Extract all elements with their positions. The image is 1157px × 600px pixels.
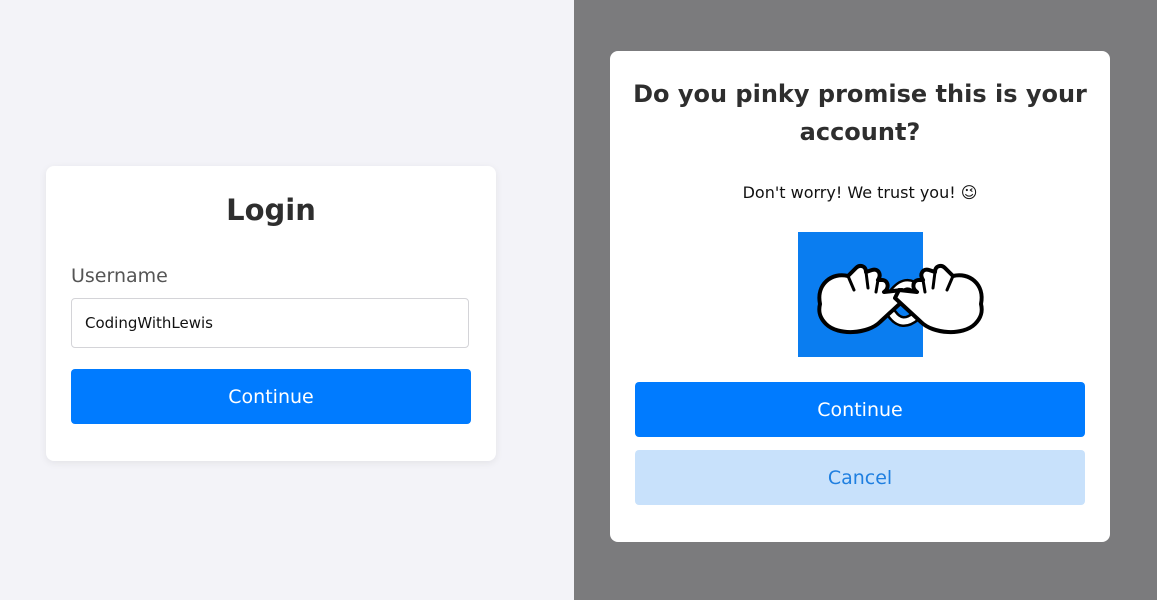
login-pane: Login Username Continue <box>0 0 574 600</box>
pinky-promise-hands-icon <box>817 263 984 335</box>
username-input[interactable] <box>71 298 469 348</box>
pinky-promise-icon <box>798 232 1003 357</box>
login-title: Login <box>226 193 316 227</box>
modal-subtitle: Don't worry! We trust you! 😉 <box>742 183 978 202</box>
login-card: Login Username Continue <box>46 166 496 461</box>
login-continue-button[interactable]: Continue <box>71 369 471 424</box>
modal-cancel-button[interactable]: Cancel <box>635 450 1085 505</box>
page: Login Username Continue Do you pinky pro… <box>0 0 1157 600</box>
username-label: Username <box>71 265 168 287</box>
confirmation-modal: Do you pinky promise this is your accoun… <box>610 51 1110 542</box>
modal-continue-button[interactable]: Continue <box>635 382 1085 437</box>
modal-title: Do you pinky promise this is your accoun… <box>633 80 1087 146</box>
